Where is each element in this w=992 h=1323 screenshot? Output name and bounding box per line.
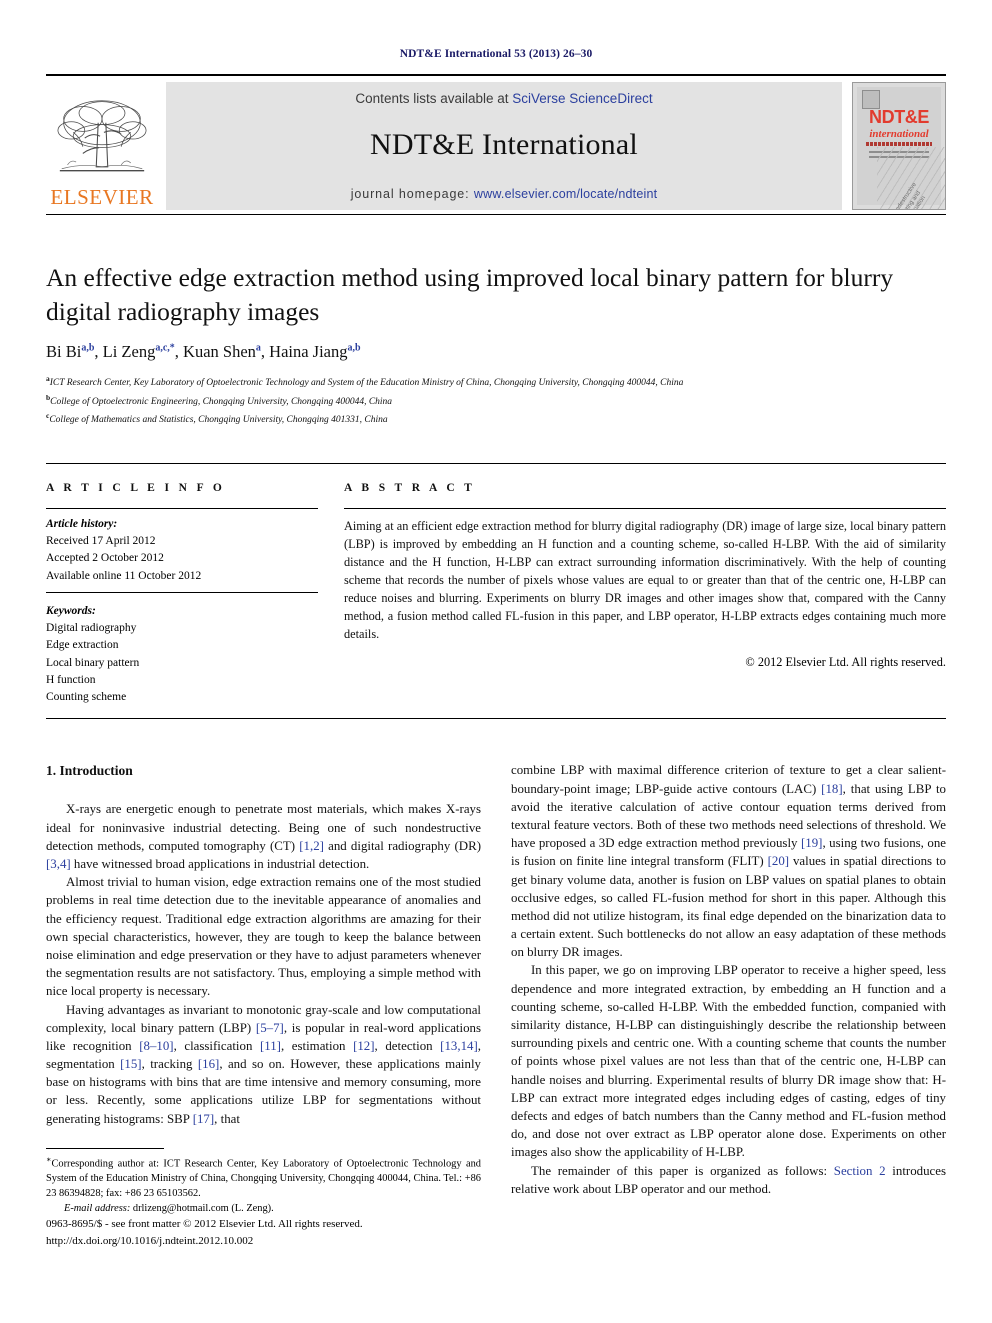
contents-prefix: Contents lists available at	[355, 91, 513, 106]
keyword-item: Local binary pattern	[46, 656, 140, 669]
author-affil-marks: a	[255, 342, 261, 354]
masthead-bottom-rule	[46, 214, 946, 215]
article-history: Article history: Received 17 April 2012 …	[46, 509, 318, 585]
abstract-bottom-rule	[46, 718, 946, 720]
body-column-left: 1. Introduction X-rays are energetic eno…	[46, 761, 481, 1198]
journal-cover-thumbnail: NDT&E international Nondestructive Testi…	[852, 82, 946, 210]
doi-line[interactable]: http://dx.doi.org/10.1016/j.ndteint.2012…	[46, 1233, 506, 1250]
author-name: Kuan Shen	[183, 342, 256, 362]
section-heading-introduction: 1. Introduction	[46, 763, 133, 779]
affiliation-item: bCollege of Optoelectronic Engineering, …	[46, 392, 946, 411]
article-info-heading: A R T I C L E I N F O	[46, 481, 226, 494]
elsevier-logo: ELSEVIER	[46, 82, 158, 210]
abstract-column: A B S T R A C T Aiming at an efficient e…	[344, 482, 946, 707]
abstract-heading: A B S T R A C T	[344, 481, 476, 494]
article-history-label: Article history:	[46, 517, 118, 530]
author-affil-marks: a,b	[347, 342, 361, 354]
affiliation-text: College of Mathematics and Statistics, C…	[49, 415, 388, 426]
cover-title: NDT&E	[869, 107, 929, 127]
paragraph: Having advantages as invariant to monoto…	[46, 1002, 481, 1126]
paragraph: Almost trivial to human vision, edge ext…	[46, 875, 481, 999]
history-item: Received 17 April 2012	[46, 535, 156, 548]
affiliation-text: College of Optoelectronic Engineering, C…	[50, 397, 393, 407]
body-column-right: combine LBP with maximal difference crit…	[511, 761, 946, 1198]
journal-band: Contents lists available at SciVerse Sci…	[166, 82, 842, 210]
journal-masthead: ELSEVIER Contents lists available at Sci…	[46, 74, 946, 210]
homepage-prefix: journal homepage:	[350, 187, 474, 201]
elsevier-wordmark: ELSEVIER	[50, 185, 154, 209]
history-item: Available online 11 October 2012	[46, 569, 202, 582]
sciencedirect-link[interactable]: SciVerse ScienceDirect	[512, 91, 652, 106]
affiliation-list: aICT Research Center, Key Laboratory of …	[46, 373, 946, 429]
page-footer: 0963-8695/$ - see front matter © 2012 El…	[46, 1216, 506, 1249]
author-name: Li Zeng	[102, 342, 156, 362]
author-name: Bi Bi	[46, 342, 82, 362]
running-head: NDT&E International 53 (2013) 26–30	[399, 48, 593, 60]
info-abstract-section: A R T I C L E I N F O Article history: R…	[46, 462, 946, 707]
paragraph: The remainder of this paper is organized…	[511, 1163, 946, 1196]
keyword-item: H function	[46, 673, 96, 686]
keyword-item: Digital radiography	[46, 622, 137, 635]
corresponding-author-footnote: ∗Corresponding author at: ICT Research C…	[46, 1148, 481, 1217]
author-affil-marks: a,c,*	[155, 342, 175, 354]
keywords-label: Keywords:	[46, 604, 96, 617]
journal-homepage-line: journal homepage: www.elsevier.com/locat…	[351, 187, 658, 201]
keyword-item: Counting scheme	[46, 691, 127, 704]
footnote-corresponding-text: Corresponding author at: ICT Research Ce…	[46, 1158, 481, 1199]
affiliation-item: aICT Research Center, Key Laboratory of …	[46, 373, 946, 392]
footnote-email-line: E-mail address: drlizeng@hotmail.com (L.…	[46, 1202, 481, 1217]
affiliation-item: cCollege of Mathematics and Statistics, …	[46, 410, 946, 429]
body-columns: 1. Introduction X-rays are energetic eno…	[46, 761, 946, 1198]
keywords-block: Keywords: Digital radiography Edge extra…	[46, 593, 318, 707]
keyword-item: Edge extraction	[46, 639, 119, 652]
paper-page: NDT&E International 53 (2013) 26–30 ELSE…	[0, 0, 992, 1323]
issn-copyright-line: 0963-8695/$ - see front matter © 2012 El…	[46, 1218, 363, 1230]
author-list: Bi Bia,b, Li Zenga,c,*, Kuan Shena, Hain…	[46, 342, 361, 362]
cover-subtitle: international	[869, 128, 929, 140]
elsevier-tree-icon	[57, 100, 147, 172]
title-block: An effective edge extraction method usin…	[46, 261, 946, 429]
paragraph: combine LBP with maximal difference crit…	[511, 763, 946, 960]
abstract-copyright: © 2012 Elsevier Ltd. All rights reserved…	[745, 654, 946, 669]
cover-inner: NDT&E international Nondestructive Testi…	[857, 87, 945, 209]
author-name: Haina Jiang	[269, 342, 348, 362]
history-item: Accepted 2 October 2012	[46, 552, 164, 565]
email-address[interactable]: drlizeng@hotmail.com (L. Zeng).	[133, 1203, 274, 1214]
abstract-text: Aiming at an efficient edge extraction m…	[344, 518, 946, 641]
footnote-corresponding: ∗Corresponding author at: ICT Research C…	[46, 1154, 481, 1202]
article-history-block: Article history: Received 17 April 2012 …	[46, 509, 318, 593]
contents-list-line: Contents lists available at SciVerse Sci…	[355, 91, 652, 106]
page-title: An effective edge extraction method usin…	[46, 263, 894, 326]
cover-rule	[866, 142, 932, 146]
paragraph: In this paper, we go on improving LBP op…	[511, 963, 946, 1160]
journal-title: NDT&E International	[370, 127, 638, 161]
author-affil-marks: a,b	[81, 342, 95, 354]
paragraph: X-rays are energetic enough to penetrate…	[46, 802, 482, 871]
email-label: E-mail address:	[64, 1202, 131, 1214]
footnote-rule	[46, 1148, 164, 1149]
article-info-column: A R T I C L E I N F O Article history: R…	[46, 482, 344, 707]
journal-homepage-url[interactable]: www.elsevier.com/locate/ndteint	[474, 187, 657, 201]
affiliation-text: ICT Research Center, Key Laboratory of O…	[49, 378, 684, 389]
